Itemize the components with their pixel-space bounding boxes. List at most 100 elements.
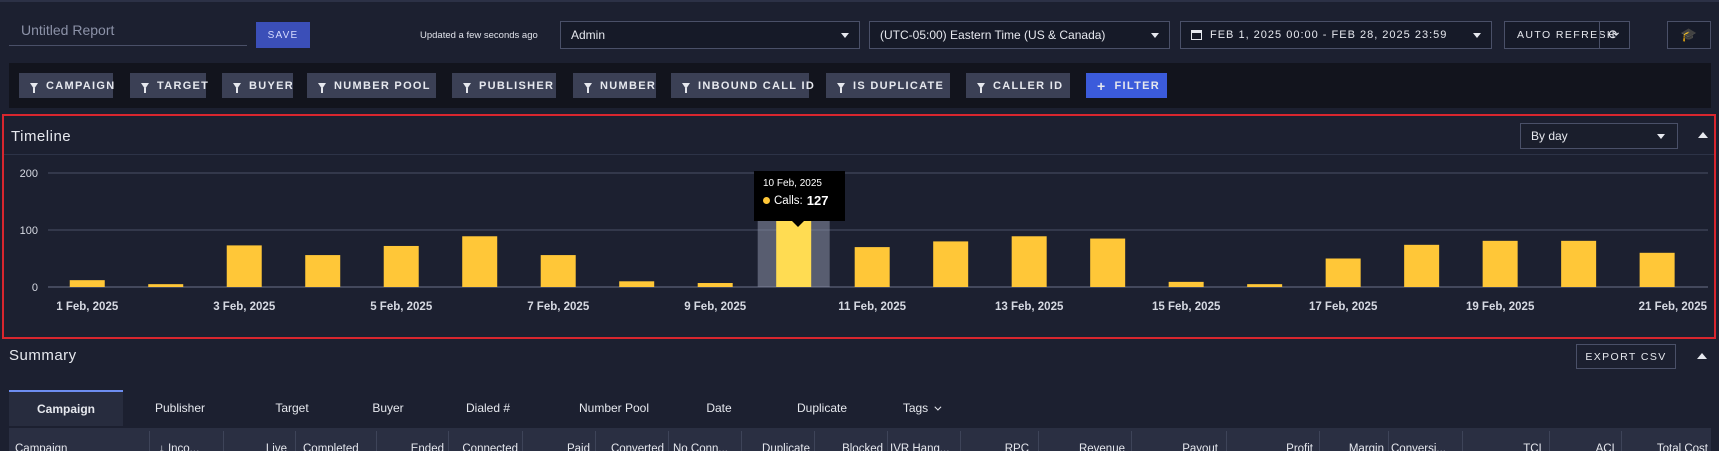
chevron-down-icon	[934, 403, 942, 411]
tab-duplicate[interactable]: Duplicate	[777, 390, 867, 426]
add-filter-button[interactable]: + FILTER	[1086, 73, 1167, 98]
filter-icon	[463, 82, 471, 93]
chart-bar[interactable]	[1482, 240, 1518, 287]
chart-bar[interactable]	[854, 247, 890, 287]
series-dot-icon	[763, 197, 770, 204]
tab-tags[interactable]: Tags	[889, 390, 953, 426]
chart-bar[interactable]	[619, 281, 655, 287]
chart-bar[interactable]	[1168, 281, 1204, 287]
tooltip-row: Calls: 127	[763, 193, 836, 208]
tab-publisher[interactable]: Publisher	[137, 390, 223, 426]
filter-chip-is-duplicate[interactable]: IS DUPLICATE	[826, 73, 950, 98]
filter-chip-publisher[interactable]: PUBLISHER	[452, 73, 556, 98]
col-header-incoming[interactable]: ↓ Inco...	[159, 428, 219, 451]
auto-refresh-button[interactable]: AUTO REFRESH ⟳	[1504, 21, 1630, 49]
x-tick-label: 15 Feb, 2025	[1152, 301, 1221, 313]
filter-chip-target[interactable]: TARGET	[130, 73, 208, 98]
chart-bar[interactable]	[1090, 238, 1126, 287]
col-header-live[interactable]: Live	[227, 428, 287, 451]
chart-bar[interactable]	[1639, 252, 1675, 287]
chevron-down-icon	[1151, 33, 1159, 38]
report-title-input[interactable]: Untitled Report	[9, 14, 247, 46]
filter-chip-campaign[interactable]: CAMPAIGN	[19, 73, 114, 98]
granularity-select[interactable]: By day	[1520, 123, 1678, 149]
filter-icon	[141, 82, 149, 93]
chart-bar[interactable]	[1011, 236, 1047, 287]
y-tick-label: 0	[32, 282, 38, 294]
filter-chip-number[interactable]: NUMBER	[573, 73, 656, 98]
col-header-profit[interactable]: Profit	[1229, 428, 1313, 451]
col-header-rpc[interactable]: RPC	[963, 428, 1029, 451]
col-header-acl[interactable]: ACL	[1552, 428, 1618, 451]
tooltip-value: 127	[806, 193, 829, 208]
x-tick-label: 21 Feb, 2025	[1639, 301, 1708, 313]
export-csv-button[interactable]: EXPORT CSV	[1576, 344, 1676, 369]
col-header-completed[interactable]: Completed	[303, 428, 373, 451]
col-header-campaign[interactable]: Campaign	[15, 428, 135, 451]
chart-bar[interactable]	[933, 241, 969, 287]
x-tick-label: 9 Feb, 2025	[684, 301, 747, 313]
refresh-icon[interactable]: ⟳	[1599, 22, 1629, 48]
graduation-cap-icon[interactable]: 🎓	[1667, 21, 1711, 49]
filter-chip-label: BUYER	[249, 79, 295, 92]
filter-icon	[30, 82, 38, 93]
chart-bar[interactable]	[540, 255, 576, 287]
chart-bar[interactable]	[1247, 284, 1283, 287]
col-header-total-cost[interactable]: Total Cost	[1624, 428, 1708, 451]
filter-chip-label: PUBLISHER	[479, 79, 555, 92]
timezone-select[interactable]: (UTC-05:00) Eastern Time (US & Canada)	[869, 21, 1170, 49]
summary-table-header: Campaign ↓ Inco... Live Completed Ended …	[9, 428, 1711, 451]
col-header-tcl[interactable]: TCL	[1465, 428, 1545, 451]
filter-chip-label: CALLER ID	[993, 79, 1064, 92]
col-header-converted[interactable]: Converted	[598, 428, 664, 451]
calendar-icon	[1191, 30, 1202, 40]
col-header-no-connect[interactable]: No Conn...	[673, 428, 738, 451]
col-header-duplicate[interactable]: Duplicate	[744, 428, 810, 451]
save-button[interactable]: SAVE	[256, 22, 310, 48]
tab-date[interactable]: Date	[689, 390, 749, 426]
chart-bar[interactable]	[226, 245, 262, 287]
filter-chip-label: NUMBER	[600, 79, 657, 92]
col-header-conversion[interactable]: Conversi...	[1391, 428, 1461, 451]
filter-icon	[318, 82, 326, 93]
tab-number-pool[interactable]: Number Pool	[559, 390, 669, 426]
chart-bar[interactable]	[148, 284, 184, 287]
col-header-ended[interactable]: Ended	[379, 428, 444, 451]
collapse-icon[interactable]	[1698, 132, 1708, 138]
filter-chip-inbound-call-id[interactable]: INBOUND CALL ID	[671, 73, 814, 98]
filter-chip-number-pool[interactable]: NUMBER POOL	[307, 73, 436, 98]
x-tick-label: 17 Feb, 2025	[1309, 301, 1378, 313]
col-header-payout[interactable]: Payout	[1134, 428, 1218, 451]
timeline-panel: Timeline By day 0 100 200 1 Feb, 2025 3 Feb,…	[2, 114, 1716, 339]
chart-bar[interactable]	[697, 283, 733, 287]
collapse-icon[interactable]	[1697, 353, 1707, 359]
user-select[interactable]: Admin	[560, 21, 860, 49]
filter-chip-buyer[interactable]: BUYER	[222, 73, 293, 98]
chart-bar[interactable]	[305, 255, 341, 287]
col-header-margin[interactable]: Margin	[1322, 428, 1384, 451]
tab-campaign[interactable]: Campaign	[9, 390, 123, 426]
chart-tooltip: 10 Feb, 2025 Calls: 127	[754, 171, 845, 227]
summary-tabs: Campaign Publisher Target Buyer Dialed #…	[9, 390, 1711, 426]
date-range-picker[interactable]: FEB 1, 2025 00:00 - FEB 28, 2025 23:59	[1180, 21, 1492, 49]
chart-bar[interactable]	[462, 236, 498, 287]
tab-dialed[interactable]: Dialed #	[449, 390, 527, 426]
filter-bar: CAMPAIGN TARGET BUYER NUMBER POOL PUBLIS…	[9, 63, 1711, 108]
col-header-blocked[interactable]: Blocked	[817, 428, 883, 451]
col-header-paid[interactable]: Paid	[525, 428, 590, 451]
chevron-down-icon	[841, 33, 849, 38]
tab-target[interactable]: Target	[257, 390, 327, 426]
filter-chip-caller-id[interactable]: CALLER ID	[966, 73, 1070, 98]
col-header-revenue[interactable]: Revenue	[1041, 428, 1125, 451]
chart-bar[interactable]	[1404, 244, 1440, 287]
col-header-ivr-hangup[interactable]: IVR Hang...	[890, 428, 960, 451]
chart-bar[interactable]	[1561, 240, 1597, 287]
filter-icon	[682, 82, 690, 93]
y-tick-label: 100	[20, 225, 38, 237]
col-header-connected[interactable]: Connected	[451, 428, 518, 451]
filter-chip-label: IS DUPLICATE	[853, 79, 945, 92]
chart-bar[interactable]	[69, 280, 105, 287]
chart-bar[interactable]	[1325, 258, 1361, 288]
chart-bar[interactable]	[383, 245, 419, 287]
tab-buyer[interactable]: Buyer	[354, 390, 422, 426]
